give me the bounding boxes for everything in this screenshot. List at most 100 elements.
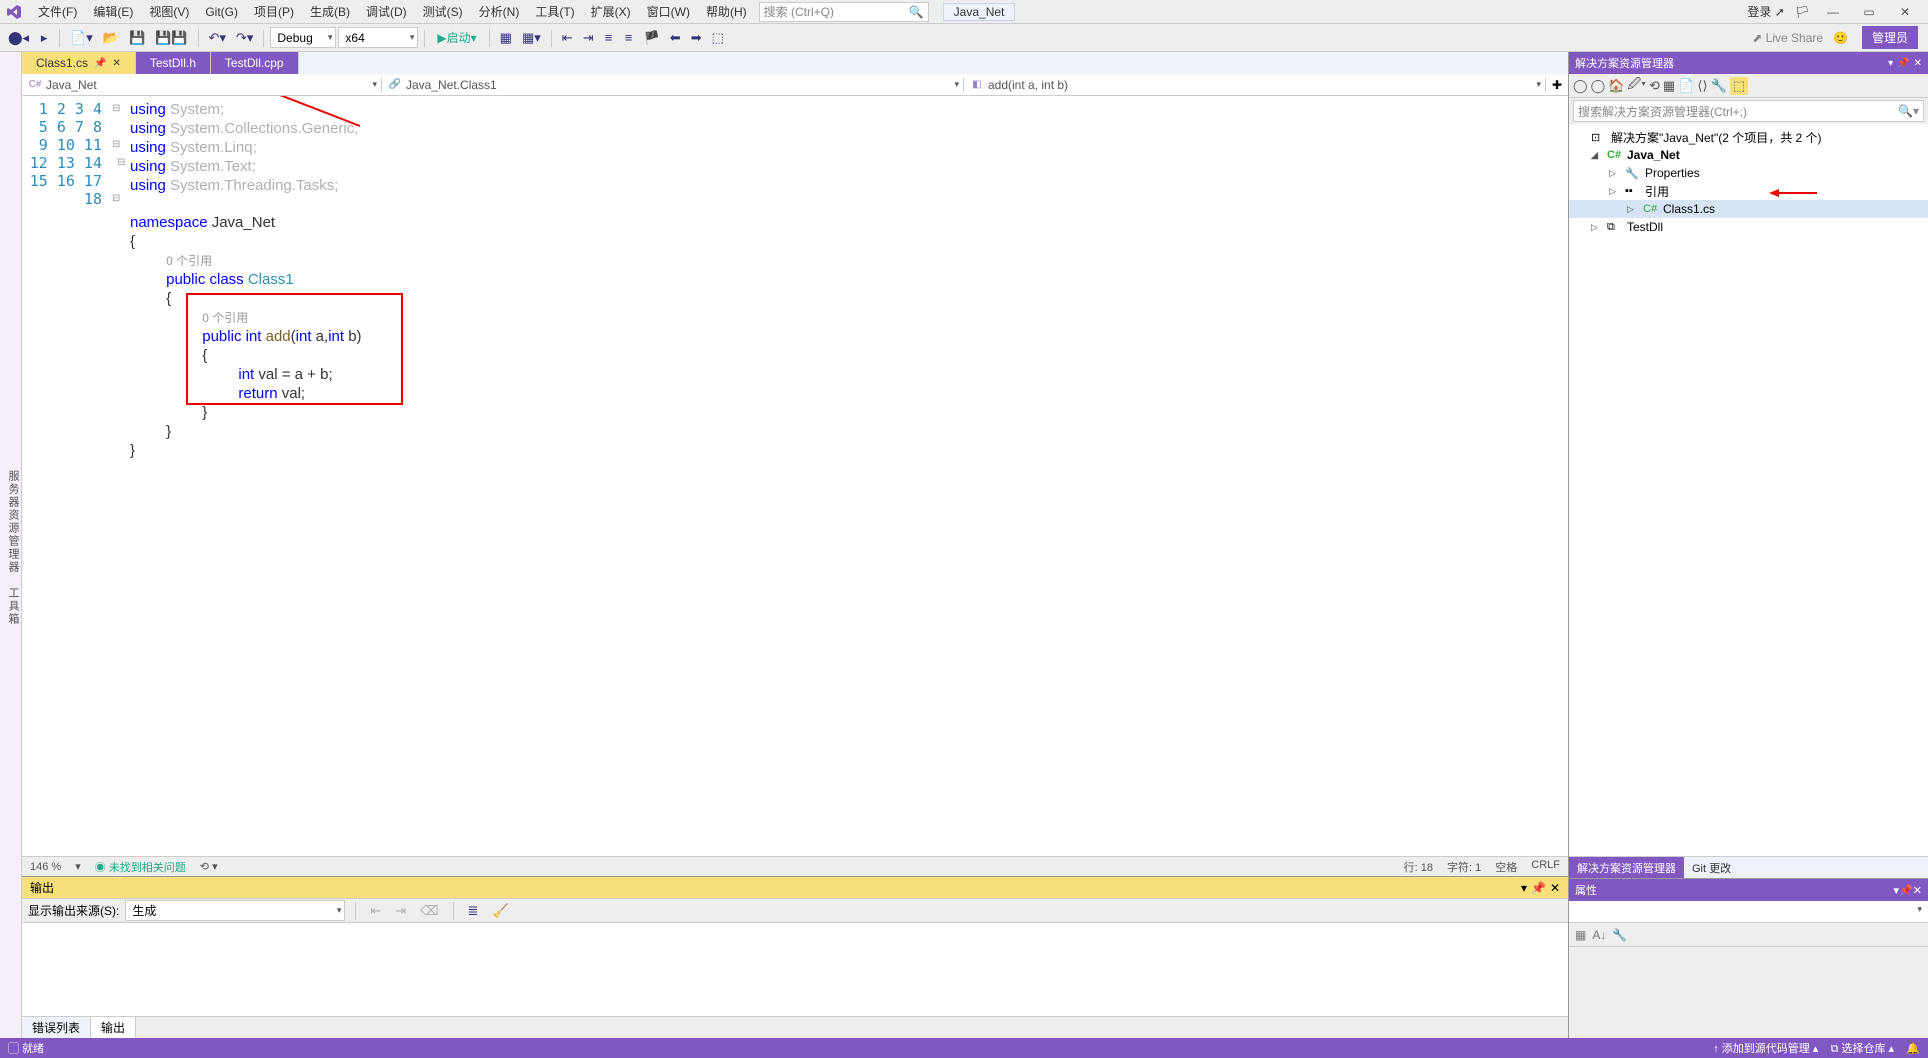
menu-git[interactable]: Git(G) — [197, 3, 246, 21]
config-combo[interactable]: Debug — [270, 27, 336, 48]
menu-test[interactable]: 测试(S) — [415, 1, 471, 22]
split-icon[interactable]: ✚ — [1546, 78, 1568, 92]
menu-file[interactable]: 文件(F) — [30, 1, 85, 22]
sync-icon[interactable]: 🖉▾ — [1627, 75, 1646, 97]
new-file-icon[interactable]: 📄▾ — [66, 28, 97, 48]
dropdown-icon[interactable]: ▾ — [1888, 58, 1893, 69]
status-source-control[interactable]: ↑ 添加到源代码管理 ▴ — [1713, 1043, 1818, 1055]
undo-icon[interactable]: ↶▾ — [205, 28, 230, 48]
pin-icon[interactable]: 📌 — [1899, 885, 1913, 897]
uncomment-icon[interactable]: ≡ — [620, 28, 638, 47]
fwd-icon[interactable]: ◯ — [1591, 78, 1606, 94]
categorized-icon[interactable]: ▦ — [1575, 928, 1586, 942]
feedback-icon[interactable]: 🙂 — [1833, 31, 1848, 45]
preview-icon[interactable]: 🔧 — [1711, 78, 1727, 94]
tree-testdll[interactable]: ▷⧉TestDll — [1569, 218, 1928, 236]
nav-icon[interactable]: ⟲ ▾ — [200, 860, 218, 873]
solution-search-input[interactable]: 搜索解决方案资源管理器(Ctrl+;)🔍▾ — [1573, 100, 1924, 122]
tab-testdllh[interactable]: TestDll.h — [136, 52, 211, 74]
comment-icon[interactable]: ≡ — [600, 28, 618, 47]
properties-icon[interactable]: ⟨⟩ — [1697, 78, 1707, 94]
tb-icon-2[interactable]: ▦▾ — [518, 28, 545, 48]
side-tab-solution[interactable]: 解决方案资源管理器 — [1569, 857, 1684, 878]
tab-error-list[interactable]: 错误列表 — [22, 1017, 91, 1038]
nav-fwd-icon[interactable]: ▸ — [35, 28, 53, 48]
close-icon[interactable]: ✕ — [1913, 885, 1922, 897]
back-icon[interactable]: ◯ — [1573, 78, 1588, 94]
props-wrench-icon[interactable]: 🔧 — [1612, 928, 1627, 942]
show-all-icon[interactable]: 📄 — [1678, 78, 1694, 94]
view-icon[interactable]: ⬚ — [1730, 77, 1748, 95]
fold-column[interactable]: ⊟ ⊟ ⊟ ⊟ — [112, 96, 130, 856]
start-debug-button[interactable]: ▶ 启动 ▾ — [431, 27, 482, 48]
context-class[interactable]: 🔗Java_Net.Class1 — [382, 78, 964, 92]
menu-project[interactable]: 项目(P) — [246, 1, 302, 22]
menu-analyze[interactable]: 分析(N) — [471, 1, 528, 22]
out-clear-icon[interactable]: ⌫ — [416, 901, 442, 921]
menu-debug[interactable]: 调试(D) — [358, 1, 415, 22]
live-share-button[interactable]: ⬈ Live Share — [1752, 31, 1823, 45]
bookmark-icon[interactable]: 🏴 — [640, 28, 664, 48]
status-repo[interactable]: ⧉ 选择仓库 ▴ — [1831, 1043, 1895, 1055]
menu-tools[interactable]: 工具(T) — [527, 1, 582, 22]
status-spaces[interactable]: 空格 — [1495, 859, 1517, 875]
close-icon[interactable]: ✕ — [112, 58, 120, 69]
tree-references[interactable]: ▷▪▪引用 — [1569, 182, 1928, 200]
tree-properties[interactable]: ▷🔧Properties — [1569, 164, 1928, 182]
refresh-icon[interactable]: ⟲ — [1649, 78, 1660, 94]
no-issues-icon[interactable]: ◉ 未找到相关问题 — [95, 859, 186, 875]
output-source-combo[interactable]: 生成 — [125, 900, 345, 921]
redo-icon[interactable]: ↷▾ — [232, 28, 257, 48]
solution-tree[interactable]: ⊡解决方案"Java_Net"(2 个项目，共 2 个) ◢C#Java_Net… — [1569, 124, 1928, 856]
tb-arrow-right-icon[interactable]: ➡ — [687, 28, 706, 48]
tb-extra-icon[interactable]: ⬚ — [708, 28, 728, 48]
alpha-icon[interactable]: A↓ — [1592, 928, 1606, 942]
menu-view[interactable]: 视图(V) — [141, 1, 197, 22]
tree-solution[interactable]: ⊡解决方案"Java_Net"(2 个项目，共 2 个) — [1569, 128, 1928, 146]
menu-edit[interactable]: 编辑(E) — [85, 1, 141, 22]
indent-less-icon[interactable]: ⇤ — [558, 28, 577, 48]
platform-combo[interactable]: x64 — [338, 27, 418, 48]
code-content[interactable]: using System; using System.Collections.G… — [130, 96, 1568, 856]
tree-project[interactable]: ◢C#Java_Net — [1569, 146, 1928, 164]
server-explorer-tab[interactable]: 服务器资源管理器 工具箱 — [0, 52, 22, 1038]
close-icon[interactable]: ✕ — [1914, 58, 1922, 69]
context-method[interactable]: ◧add(int a, int b) — [964, 78, 1546, 92]
collapse-icon[interactable]: ▦ — [1663, 78, 1675, 94]
menu-extensions[interactable]: 扩展(X) — [583, 1, 639, 22]
side-tab-git[interactable]: Git 更改 — [1684, 857, 1739, 878]
maximize-button[interactable]: ▭ — [1856, 2, 1882, 22]
open-icon[interactable]: 📂 — [99, 28, 123, 48]
status-eol[interactable]: CRLF — [1531, 859, 1560, 875]
menu-window[interactable]: 窗口(W) — [639, 1, 698, 22]
status-bell-icon[interactable]: 🔔 — [1906, 1043, 1920, 1055]
pin-icon[interactable]: 📌 — [1531, 881, 1546, 895]
indent-more-icon[interactable]: ⇥ — [579, 28, 598, 48]
search-input[interactable]: 搜索 (Ctrl+Q) 🔍 — [759, 2, 929, 22]
output-body[interactable] — [22, 923, 1568, 1016]
code-editor[interactable]: 1 2 3 4 5 6 7 8 9 10 11 12 13 14 15 16 1… — [22, 96, 1568, 856]
tab-output[interactable]: 输出 — [91, 1017, 136, 1038]
login-button[interactable]: 登录 ➚ — [1747, 3, 1784, 20]
out-clear2-icon[interactable]: 🧹 — [488, 901, 512, 921]
out-prev-icon[interactable]: ⇤ — [366, 901, 385, 921]
notifications-icon[interactable]: 🏳 — [1795, 5, 1810, 19]
save-all-icon[interactable]: 💾💾 — [151, 28, 191, 48]
save-icon[interactable]: 💾 — [125, 28, 149, 48]
out-next-icon[interactable]: ⇥ — [391, 901, 410, 921]
out-wrap-icon[interactable]: ≣ — [464, 901, 483, 921]
tb-arrow-left-icon[interactable]: ⬅ — [666, 28, 685, 48]
tb-icon-1[interactable]: ▦ — [496, 28, 516, 48]
admin-button[interactable]: 管理员 — [1862, 26, 1918, 49]
home-icon[interactable]: 🏠 — [1608, 78, 1624, 94]
tab-testdllcpp[interactable]: TestDll.cpp — [211, 52, 299, 74]
pin-icon[interactable]: 📌 — [1897, 58, 1909, 69]
menu-help[interactable]: 帮助(H) — [698, 1, 755, 22]
tab-class1[interactable]: Class1.cs📌✕ — [22, 52, 136, 74]
dropdown-icon[interactable]: ▾ — [1521, 881, 1527, 895]
zoom-level[interactable]: 146 % — [30, 861, 61, 873]
tree-class1[interactable]: ▷C#Class1.cs — [1569, 200, 1928, 218]
close-button[interactable]: ✕ — [1892, 2, 1918, 22]
project-name-button[interactable]: Java_Net — [943, 3, 1016, 21]
context-project[interactable]: C#Java_Net — [22, 78, 382, 92]
